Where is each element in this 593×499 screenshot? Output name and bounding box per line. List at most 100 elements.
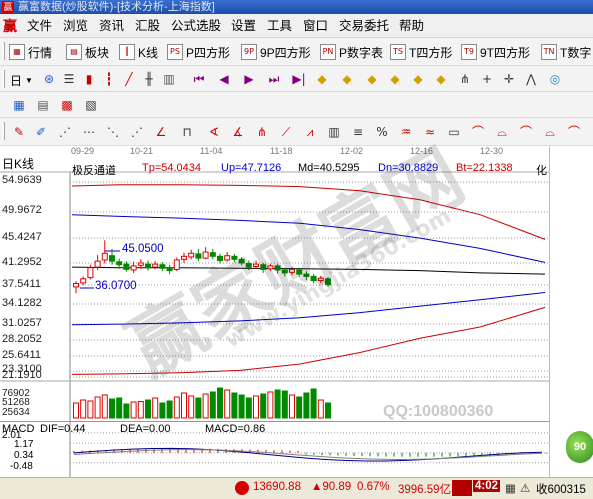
- 9t-square-button[interactable]: T9 9T四方形: [461, 42, 530, 62]
- kline-chart-panel[interactable]: 09-29 10-21 11-04 11-18 12-02 12-16 12-3…: [0, 133, 549, 421]
- toolbar-grip[interactable]: [2, 42, 5, 60]
- fan-lines-icon[interactable]: ⋔: [253, 123, 271, 141]
- diamond-icon-1[interactable]: ◆: [313, 70, 331, 88]
- toolbar-grip[interactable]: [2, 70, 5, 88]
- toolbar-grip[interactable]: [2, 122, 5, 140]
- magnet-icon[interactable]: ⊓: [178, 123, 196, 141]
- alert-icon[interactable]: ⚠: [520, 481, 530, 495]
- report-icon[interactable]: ▧: [82, 96, 100, 114]
- crosshair-icon[interactable]: ✛: [500, 70, 518, 88]
- y-tick-label: 37.5411: [2, 278, 41, 290]
- bar-chart-icon[interactable]: ╫: [140, 70, 158, 88]
- menu-file[interactable]: 文件: [27, 14, 52, 38]
- curve-icon-2[interactable]: ⌓: [493, 123, 511, 141]
- bars-icon[interactable]: ▮: [80, 70, 98, 88]
- candle-body: [325, 278, 331, 286]
- kline-chart[interactable]: [0, 146, 549, 421]
- box-icon[interactable]: ▭: [445, 123, 463, 141]
- candle-body: [159, 264, 166, 269]
- candle-body: [87, 267, 94, 279]
- menu-trade[interactable]: 交易委托: [339, 14, 389, 38]
- list-icon[interactable]: ☰: [60, 70, 78, 88]
- line-chart-icon[interactable]: ╱: [120, 70, 138, 88]
- view-toolbar: ▦ 行情 ▤ 板块 ┃ K线 PS P四方形 9P 9P四方形 PN P数字表 TS T四方形…: [0, 38, 593, 66]
- fan-icon-4[interactable]: ⋰: [128, 123, 146, 141]
- diamond-icon-3[interactable]: ◆: [363, 70, 381, 88]
- pencil-icon[interactable]: ✐: [32, 123, 50, 141]
- menu-window[interactable]: 窗口: [303, 14, 328, 38]
- fan-icon-1[interactable]: ⋰: [56, 123, 74, 141]
- candle-body: [281, 269, 288, 274]
- 9p-square-button[interactable]: 9P 9P四方形: [241, 42, 311, 62]
- candle-body: [260, 264, 267, 270]
- sector-button[interactable]: ▤ 板块: [66, 42, 109, 62]
- p-square-label: P四方形: [186, 45, 231, 60]
- next-icon[interactable]: ▶: [240, 70, 258, 88]
- candle-body: [296, 269, 303, 275]
- diamond-icon-6[interactable]: ◆: [432, 70, 450, 88]
- flag-icon[interactable]: ▦: [505, 481, 516, 495]
- app-logo-icon: 赢: [2, 1, 14, 13]
- curve-icon-5[interactable]: ⌒: [565, 123, 583, 141]
- end-icon[interactable]: ▶|: [290, 70, 308, 88]
- table-icon[interactable]: ▥: [160, 70, 178, 88]
- gann-icon[interactable]: ⩘: [301, 123, 319, 141]
- angle-icon[interactable]: ∡: [229, 123, 247, 141]
- menu-settings[interactable]: 设置: [231, 14, 256, 38]
- candle-body: [173, 259, 180, 270]
- menu-formula[interactable]: 公式选股: [171, 14, 221, 38]
- t-square-button[interactable]: TS T四方形: [390, 42, 452, 62]
- y-tick-label: 21.1910: [2, 369, 42, 381]
- grid-lines-icon[interactable]: ▥: [325, 123, 343, 141]
- candle-body: [224, 255, 231, 261]
- period-dropdown[interactable]: 日 ▼: [10, 70, 33, 90]
- chart-icon[interactable]: ▩: [58, 96, 76, 114]
- candle-chart-icon[interactable]: ┇: [100, 70, 118, 88]
- menu-logo-icon[interactable]: 赢: [3, 18, 21, 34]
- kline-button[interactable]: ┃ K线: [119, 42, 158, 62]
- wave-icon[interactable]: ≈: [421, 123, 439, 141]
- globe-icon[interactable]: ◎: [546, 70, 564, 88]
- calendar-icon[interactable]: ▦: [10, 96, 28, 114]
- fan-icon-2[interactable]: ⋯: [80, 123, 98, 141]
- diamond-icon-4[interactable]: ◆: [386, 70, 404, 88]
- curve-icon-3[interactable]: ⌒: [517, 123, 535, 141]
- pen-icon[interactable]: ✎: [10, 123, 28, 141]
- calculator-icon[interactable]: ▤: [34, 96, 52, 114]
- fib-icon[interactable]: ♒: [397, 123, 415, 141]
- menu-browse[interactable]: 浏览: [63, 14, 88, 38]
- tree-icon[interactable]: ⋔: [456, 70, 474, 88]
- menu-info[interactable]: 资讯: [99, 14, 124, 38]
- tp-value: Tp=54.0434: [142, 162, 202, 174]
- p-number-table-button[interactable]: PN P数字表: [320, 42, 383, 62]
- prev-icon[interactable]: ◀: [215, 70, 233, 88]
- network-icon[interactable]: ⊛: [40, 70, 58, 88]
- fan-icon-3[interactable]: ⋱: [104, 123, 122, 141]
- menu-help[interactable]: 帮助: [399, 14, 424, 38]
- fan-icon-5[interactable]: ∠: [152, 123, 170, 141]
- curve-icon-1[interactable]: ⌒: [469, 123, 487, 141]
- ray-icon[interactable]: ⟋: [277, 123, 295, 141]
- candle-body: [101, 252, 108, 261]
- percent-icon[interactable]: %: [373, 123, 391, 141]
- plus-icon[interactable]: +: [478, 70, 496, 88]
- first-icon[interactable]: ⏮: [190, 70, 208, 88]
- sector-label: 板块: [85, 45, 110, 60]
- t-number-button[interactable]: TN T数字: [541, 42, 591, 62]
- menu-tools[interactable]: 工具: [267, 14, 292, 38]
- promo-badge-icon[interactable]: 90: [566, 431, 593, 463]
- drawing-toolbar: ✎ ✐ ⋰ ⋯ ⋱ ⋰ ∠ ⊓ ∢ ∡ ⋔ ⟋ ⩘ ▥ ≡ % ♒ ≈ ▭ ⌒ …: [0, 118, 593, 146]
- low-annotation: 36.0700: [95, 280, 137, 292]
- last-icon[interactable]: ⏭: [265, 70, 283, 88]
- diamond-icon-5[interactable]: ◆: [409, 70, 427, 88]
- p-square-button[interactable]: PS P四方形: [167, 42, 230, 62]
- dn-value: Dn=30.8829: [378, 162, 439, 174]
- quotes-button[interactable]: ▦ 行情: [9, 42, 52, 62]
- channel-icon[interactable]: ≡: [349, 123, 367, 141]
- macd-panel[interactable]: MACD DIF=0.44 DEA=0.00 MACD=0.86 2.01 1.…: [0, 421, 549, 478]
- trend-icon[interactable]: ⋀: [522, 70, 540, 88]
- arc-icon[interactable]: ∢: [205, 123, 223, 141]
- diamond-icon-2[interactable]: ◆: [338, 70, 356, 88]
- curve-icon-4[interactable]: ⌓: [541, 123, 559, 141]
- menu-stocks[interactable]: 汇股: [135, 14, 160, 38]
